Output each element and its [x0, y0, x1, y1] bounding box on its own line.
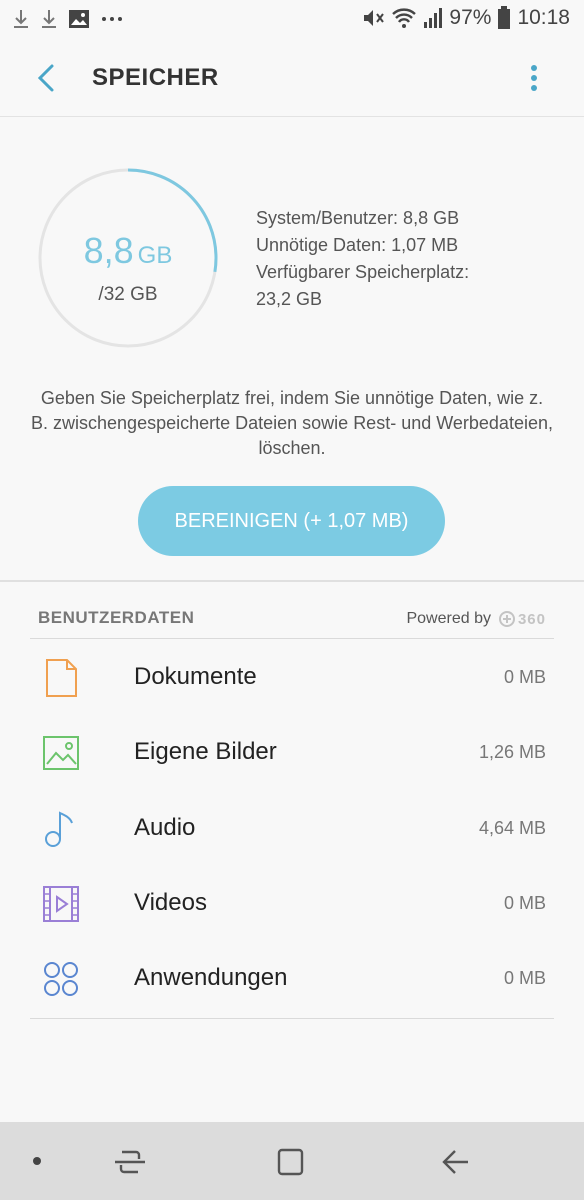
section-bottom-line	[30, 1018, 554, 1019]
recent-apps-icon[interactable]	[112, 1144, 148, 1180]
360-logo-text: 360	[517, 610, 546, 628]
status-right: 97% 10:18	[361, 6, 570, 30]
used-storage: 8,8 GB	[38, 230, 218, 272]
list-item-anwendungen[interactable]: Anwendungen 0 MB	[30, 942, 554, 1017]
page-title: SPEICHER	[92, 64, 219, 91]
battery-icon	[498, 6, 511, 29]
back-button[interactable]	[30, 60, 66, 96]
mute-icon	[364, 10, 385, 26]
app-bar: SPEICHER	[0, 40, 584, 116]
list-item-videos[interactable]: Videos 0 MB	[30, 867, 554, 942]
signal-icon	[424, 8, 443, 28]
list-item-size: 1,26 MB	[478, 742, 546, 762]
section-header-line	[30, 638, 554, 639]
360-logo: 360	[498, 610, 546, 628]
list-item-label: Anwendungen	[134, 964, 288, 991]
list-item-label: Videos	[134, 889, 207, 916]
more-dots-icon	[102, 17, 122, 21]
list-item-audio[interactable]: Audio 4,64 MB	[30, 792, 554, 867]
used-storage-value: 8,8	[83, 230, 134, 271]
list-item-label: Dokumente	[134, 663, 257, 690]
music-note-icon	[45, 811, 73, 847]
more-vert-icon	[531, 65, 537, 91]
document-icon	[46, 659, 77, 697]
video-icon	[43, 886, 79, 922]
powered-by-label: Powered by	[406, 610, 491, 627]
apps-icon	[44, 962, 78, 996]
360-logo-icon	[498, 611, 515, 627]
header-divider	[0, 116, 584, 117]
list-item-size: 0 MB	[503, 893, 546, 913]
free-space-value: 23,2 GB	[256, 289, 323, 309]
list-item-size: 0 MB	[503, 667, 546, 687]
junk-data-stat: Unnötige Daten: 1,07 MB	[256, 235, 459, 255]
navigation-bar	[0, 1122, 584, 1200]
free-space-label: Verfügbarer Speicherplatz:	[256, 262, 470, 282]
more-options-button[interactable]	[520, 60, 548, 96]
list-item-label: Audio	[134, 814, 196, 841]
image-icon	[43, 736, 79, 770]
status-bar: 97% 10:18	[0, 0, 584, 40]
list-item-size: 0 MB	[503, 968, 546, 988]
dot-icon[interactable]	[32, 1156, 42, 1166]
clean-description: Geben Sie Speicherplatz frei, indem Sie …	[31, 388, 553, 458]
wifi-icon	[392, 8, 417, 28]
back-chevron-icon	[37, 64, 54, 92]
status-left-icons	[12, 8, 124, 30]
image-icon	[69, 10, 89, 28]
list-item-eigene-bilder[interactable]: Eigene Bilder 1,26 MB	[30, 716, 554, 791]
battery-percent: 97%	[449, 6, 492, 29]
powered-by: Powered by 360	[406, 610, 546, 628]
total-storage: /32 GB	[98, 284, 158, 305]
system-user-stat: System/Benutzer: 8,8 GB	[256, 208, 460, 228]
back-icon[interactable]	[438, 1144, 474, 1180]
section-divider	[0, 580, 584, 582]
list-item-label: Eigene Bilder	[134, 738, 277, 765]
list-item-dokumente[interactable]: Dokumente 0 MB	[30, 641, 554, 716]
download-icon	[42, 10, 56, 28]
used-storage-unit: GB	[137, 242, 173, 269]
storage-stats: System/Benutzer: 8,8 GB Unnötige Daten: …	[256, 205, 469, 313]
list-item-size: 4,64 MB	[478, 818, 546, 838]
clock: 10:18	[517, 6, 570, 29]
user-data-header: BENUTZERDATEN	[38, 608, 195, 627]
download-icon	[14, 10, 28, 28]
home-icon[interactable]	[272, 1144, 308, 1180]
clean-button[interactable]: BEREINIGEN (+ 1,07 MB)	[138, 486, 445, 556]
